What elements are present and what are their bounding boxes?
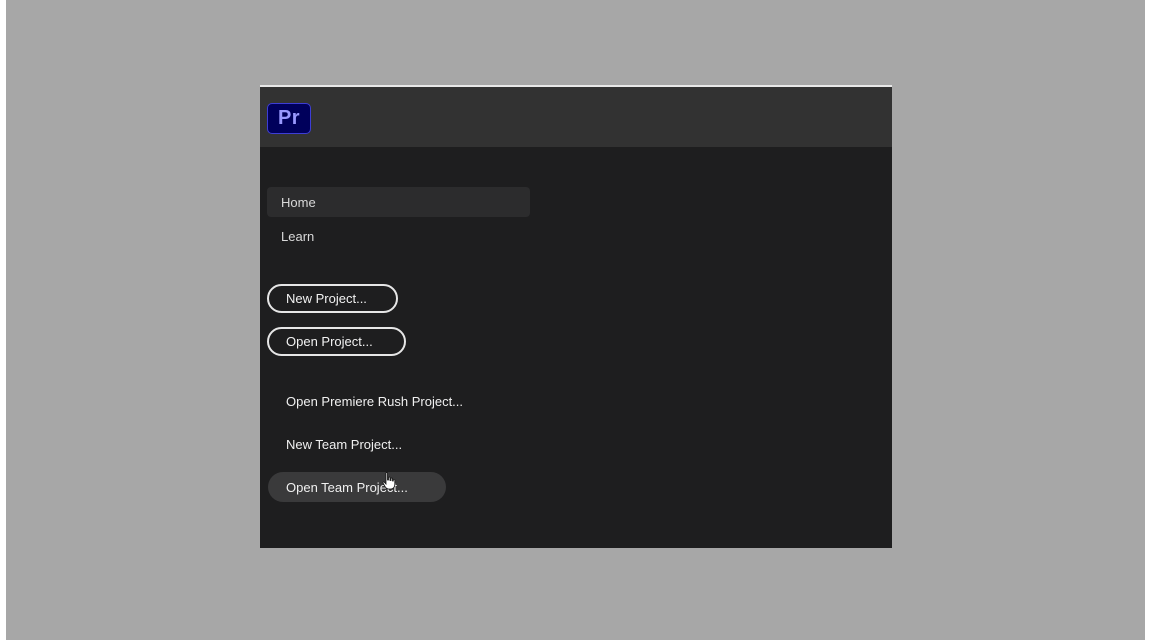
nav-item-label: Home [281,194,316,210]
open-premiere-rush-project-link[interactable]: Open Premiere Rush Project... [268,386,481,416]
nav-item-label: Learn [281,228,315,244]
window-header: Pr [260,87,892,147]
new-team-project-link[interactable]: New Team Project... [268,429,420,459]
new-project-button[interactable]: New Project... [267,284,398,313]
premiere-pro-logo-icon: Pr [267,103,311,134]
nav-item-learn[interactable]: Learn [267,221,530,251]
premiere-start-window: Pr Home Learn New Project... Open Projec… [260,85,892,548]
open-team-project-link[interactable]: Open Team Project... [268,472,446,502]
hand-pointer-icon [382,472,396,490]
nav-item-home[interactable]: Home [267,187,530,217]
open-project-button[interactable]: Open Project... [267,327,406,356]
